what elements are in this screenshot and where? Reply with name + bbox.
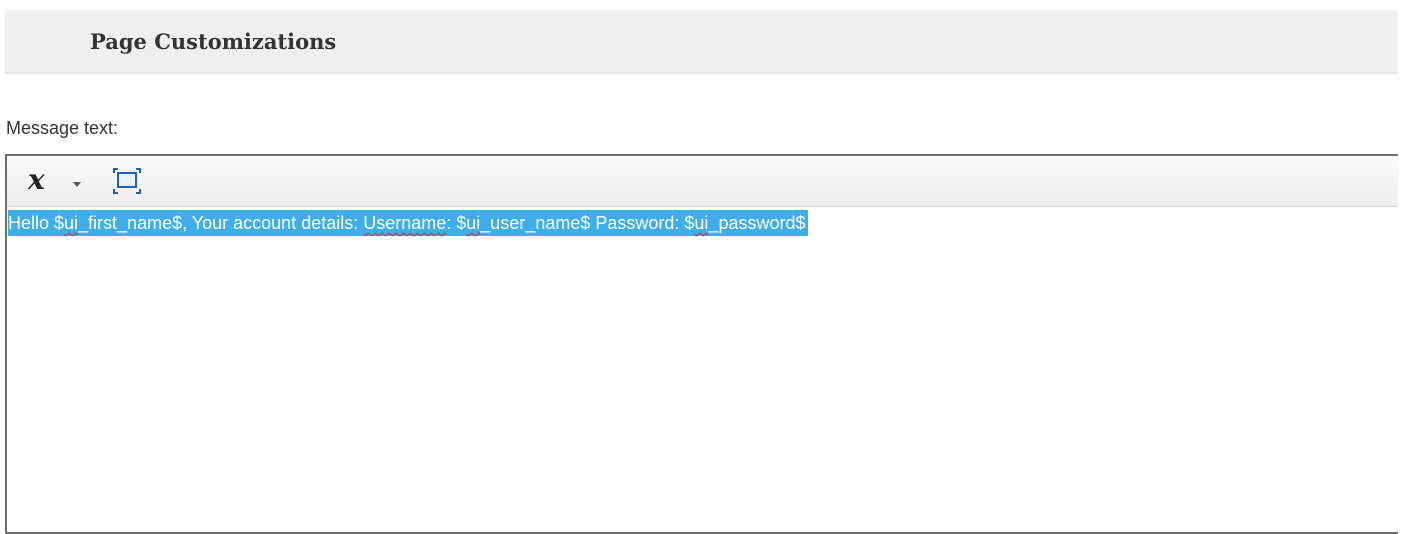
text-segment: Hello $: [8, 213, 65, 233]
message-text-editor[interactable]: x Hello $ui_first_name$, Your account de…: [5, 154, 1398, 534]
section-title: Page Customizations: [90, 29, 337, 54]
misspelled-word: ui: [64, 213, 79, 233]
maximize-button[interactable]: [109, 164, 145, 198]
message-text-label: Message text:: [6, 118, 119, 138]
misspelled-word: ui: [466, 213, 481, 233]
section-header: Page Customizations: [5, 10, 1398, 74]
text-segment: _password$: [708, 213, 806, 233]
text-segment: _user_name$ Password: $: [480, 213, 695, 233]
message-text-content[interactable]: Hello $ui_first_name$, Your account deta…: [8, 210, 808, 236]
misspelled-word: Username: [363, 213, 447, 233]
editor-content-area[interactable]: Hello $ui_first_name$, Your account deta…: [7, 206, 1398, 532]
caret-down-icon: [73, 182, 81, 187]
misspelled-word: ui: [694, 213, 709, 233]
text-segment: _first_name$, Your account details:: [78, 213, 364, 233]
remove-format-button[interactable]: x: [19, 163, 85, 197]
remove-format-icon: x: [27, 163, 81, 196]
text-segment: : $: [446, 213, 467, 233]
maximize-icon: [113, 168, 141, 194]
svg-text:x: x: [27, 163, 45, 196]
editor-toolbar: x: [7, 156, 1398, 207]
